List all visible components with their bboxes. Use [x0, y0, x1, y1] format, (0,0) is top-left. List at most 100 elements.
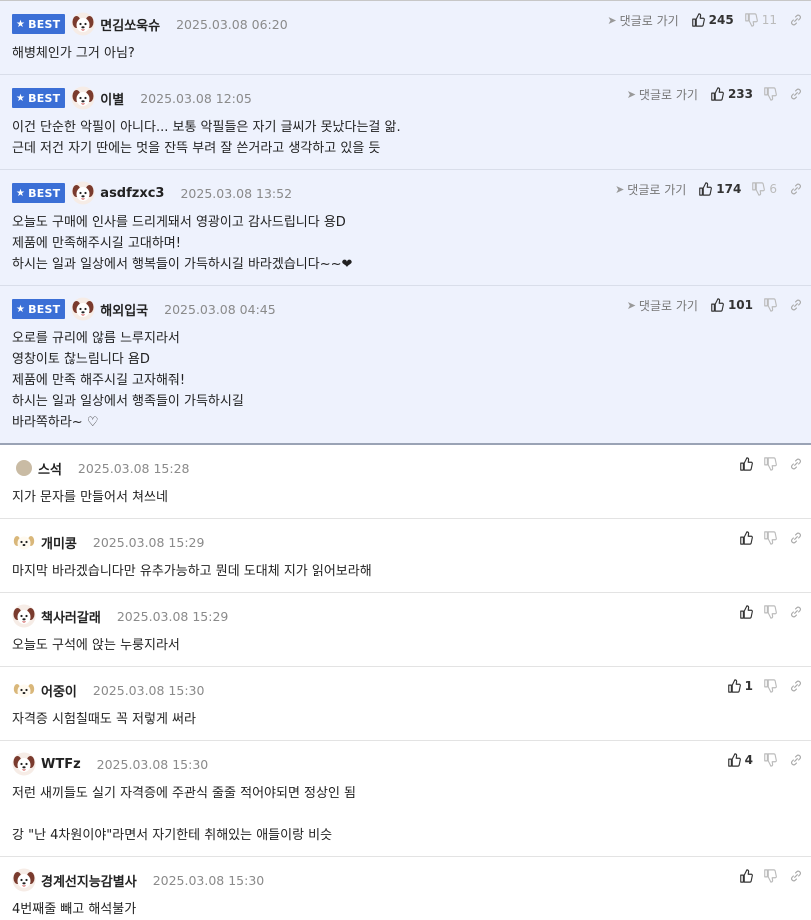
- goto-comment-link[interactable]: ➤ 댓글로 가기: [607, 12, 678, 29]
- like-button[interactable]: [739, 869, 753, 883]
- avatar: [71, 181, 95, 205]
- avatar: [12, 530, 36, 554]
- dislike-button[interactable]: [763, 753, 777, 767]
- thumbs-up-icon: [699, 182, 713, 196]
- comment-text: 이건 단순한 악필이 아니다... 보통 악필들은 자기 글씨가 못났다는걸 앎…: [12, 120, 401, 156]
- comment-item: 경계선지능감별사 2025.03.08 15:30 4번째줄 빼고 해석불가: [0, 857, 811, 920]
- comment-date: 2025.03.08 13:52: [180, 185, 293, 201]
- like-button[interactable]: [739, 457, 753, 471]
- best-badge: ★ BEST: [12, 88, 66, 108]
- link-button[interactable]: [789, 679, 803, 693]
- thumbs-down-icon: [764, 531, 777, 545]
- like-button[interactable]: 1: [727, 679, 753, 693]
- thumbs-down-icon: [764, 679, 777, 693]
- thumbs-up-icon: [727, 679, 741, 693]
- comment-actions: [739, 529, 803, 547]
- like-button[interactable]: 4: [727, 753, 753, 767]
- link-button[interactable]: [789, 531, 803, 545]
- dislike-button[interactable]: [763, 869, 777, 883]
- dislike-button[interactable]: [763, 605, 777, 619]
- link-button[interactable]: [789, 182, 803, 196]
- dislike-button[interactable]: [763, 87, 777, 101]
- link-button[interactable]: [789, 87, 803, 101]
- comment-text: 오늘도 구매에 인사를 드리게돼서 영광이고 감사드립니다 용D 제품에 만족해…: [12, 215, 353, 272]
- comment-date: 2025.03.08 04:45: [164, 301, 276, 317]
- comment-actions: [739, 603, 803, 621]
- nickname[interactable]: 면김쏘욱슈: [100, 15, 160, 34]
- goto-comment-link[interactable]: ➤ 댓글로 가기: [615, 181, 686, 198]
- like-count: 1: [744, 679, 753, 693]
- best-label: BEST: [28, 186, 61, 200]
- comment-text: 마지막 바라겠습니다만 유추가능하고 뭔데 도대체 지가 읽어보라해: [12, 564, 372, 579]
- nickname[interactable]: 스석: [38, 459, 62, 478]
- link-icon: [791, 754, 801, 766]
- comment-header: 스석 2025.03.08 15:28: [12, 455, 799, 481]
- nickname[interactable]: 경계선지능감별사: [41, 871, 137, 890]
- comment-item: 스석 2025.03.08 15:28 지가 문자를 만들어서 쳐쓰네: [0, 445, 811, 519]
- comment-date: 2025.03.08 15:30: [96, 756, 209, 772]
- comment-date: 2025.03.08 15:30: [92, 682, 205, 698]
- goto-label: 댓글로 가기: [638, 87, 698, 102]
- link-button[interactable]: [789, 457, 803, 471]
- like-button[interactable]: 245: [691, 13, 734, 27]
- thumbs-down-icon: [764, 298, 777, 312]
- comment-actions: [739, 455, 803, 473]
- comment-text: 자격증 시험칠때도 꼭 저렇게 써라: [12, 712, 196, 727]
- comment-date: 2025.03.08 15:30: [152, 872, 265, 888]
- comment-list: ★ BEST 면김쏘욱슈 2025.03.08 06:20 ➤ 댓글로 가기 245…: [0, 0, 811, 920]
- nickname[interactable]: 해외입국: [100, 300, 148, 319]
- nickname[interactable]: 개미콩: [41, 533, 77, 552]
- nickname[interactable]: WTFz: [41, 757, 81, 772]
- link-button[interactable]: [789, 13, 803, 27]
- nickname[interactable]: 책사러갈래: [41, 607, 101, 626]
- avatar: [12, 752, 36, 776]
- goto-comment-link[interactable]: ➤ 댓글로 가기: [627, 86, 698, 103]
- dislike-button[interactable]: [763, 457, 777, 471]
- comment-actions: ➤ 댓글로 가기 174 6: [615, 180, 803, 198]
- best-label: BEST: [28, 17, 61, 31]
- dislike-button[interactable]: [763, 531, 777, 545]
- comment-header: 개미콩 2025.03.08 15:29: [12, 529, 799, 555]
- like-count: 4: [744, 753, 753, 767]
- nickname[interactable]: asdfzxc3: [100, 186, 164, 201]
- like-button[interactable]: [739, 531, 753, 545]
- like-button[interactable]: [739, 605, 753, 619]
- comment-text: 해병체인가 그거 아님?: [12, 46, 135, 61]
- comment-header: WTFz 2025.03.08 15:30: [12, 751, 799, 777]
- comment-text: 4번째줄 빼고 해석불가: [12, 902, 137, 917]
- thumbs-up-icon: [740, 605, 753, 619]
- goto-label: 댓글로 가기: [638, 298, 698, 313]
- link-button[interactable]: [789, 605, 803, 619]
- comment-actions: 4: [727, 751, 803, 769]
- dislike-button[interactable]: 11: [744, 13, 777, 27]
- link-button[interactable]: [789, 753, 803, 767]
- like-button[interactable]: 233: [710, 87, 753, 101]
- nickname[interactable]: 이별: [100, 89, 124, 108]
- dislike-button[interactable]: 6: [751, 182, 777, 196]
- avatar: [71, 86, 95, 110]
- goto-comment-link[interactable]: ➤ 댓글로 가기: [627, 297, 698, 314]
- link-button[interactable]: [789, 298, 803, 312]
- link-icon: [791, 870, 801, 882]
- like-count: 174: [716, 182, 742, 196]
- best-badge: ★ BEST: [12, 183, 66, 203]
- comment-actions: [739, 867, 803, 885]
- comment-date: 2025.03.08 06:20: [176, 16, 288, 32]
- link-button[interactable]: [789, 869, 803, 883]
- like-button[interactable]: 101: [710, 298, 753, 312]
- nickname[interactable]: 어중이: [41, 681, 77, 700]
- thumbs-down-icon: [752, 182, 766, 196]
- dislike-button[interactable]: [763, 679, 777, 693]
- link-icon: [791, 532, 801, 544]
- dislike-count: 11: [761, 13, 777, 27]
- dislike-button[interactable]: [763, 298, 777, 312]
- link-icon: [791, 458, 801, 470]
- goto-label: 댓글로 가기: [619, 13, 679, 28]
- link-icon: [791, 14, 801, 26]
- like-button[interactable]: 174: [698, 182, 741, 196]
- arrow-icon: ➤: [615, 182, 625, 196]
- comment-item: ★ BEST asdfzxc3 2025.03.08 13:52 ➤ 댓글로 가기 …: [0, 170, 811, 286]
- comment-actions: ➤ 댓글로 가기 233: [627, 85, 803, 103]
- arrow-icon: ➤: [607, 13, 617, 27]
- thumbs-down-icon: [764, 605, 777, 619]
